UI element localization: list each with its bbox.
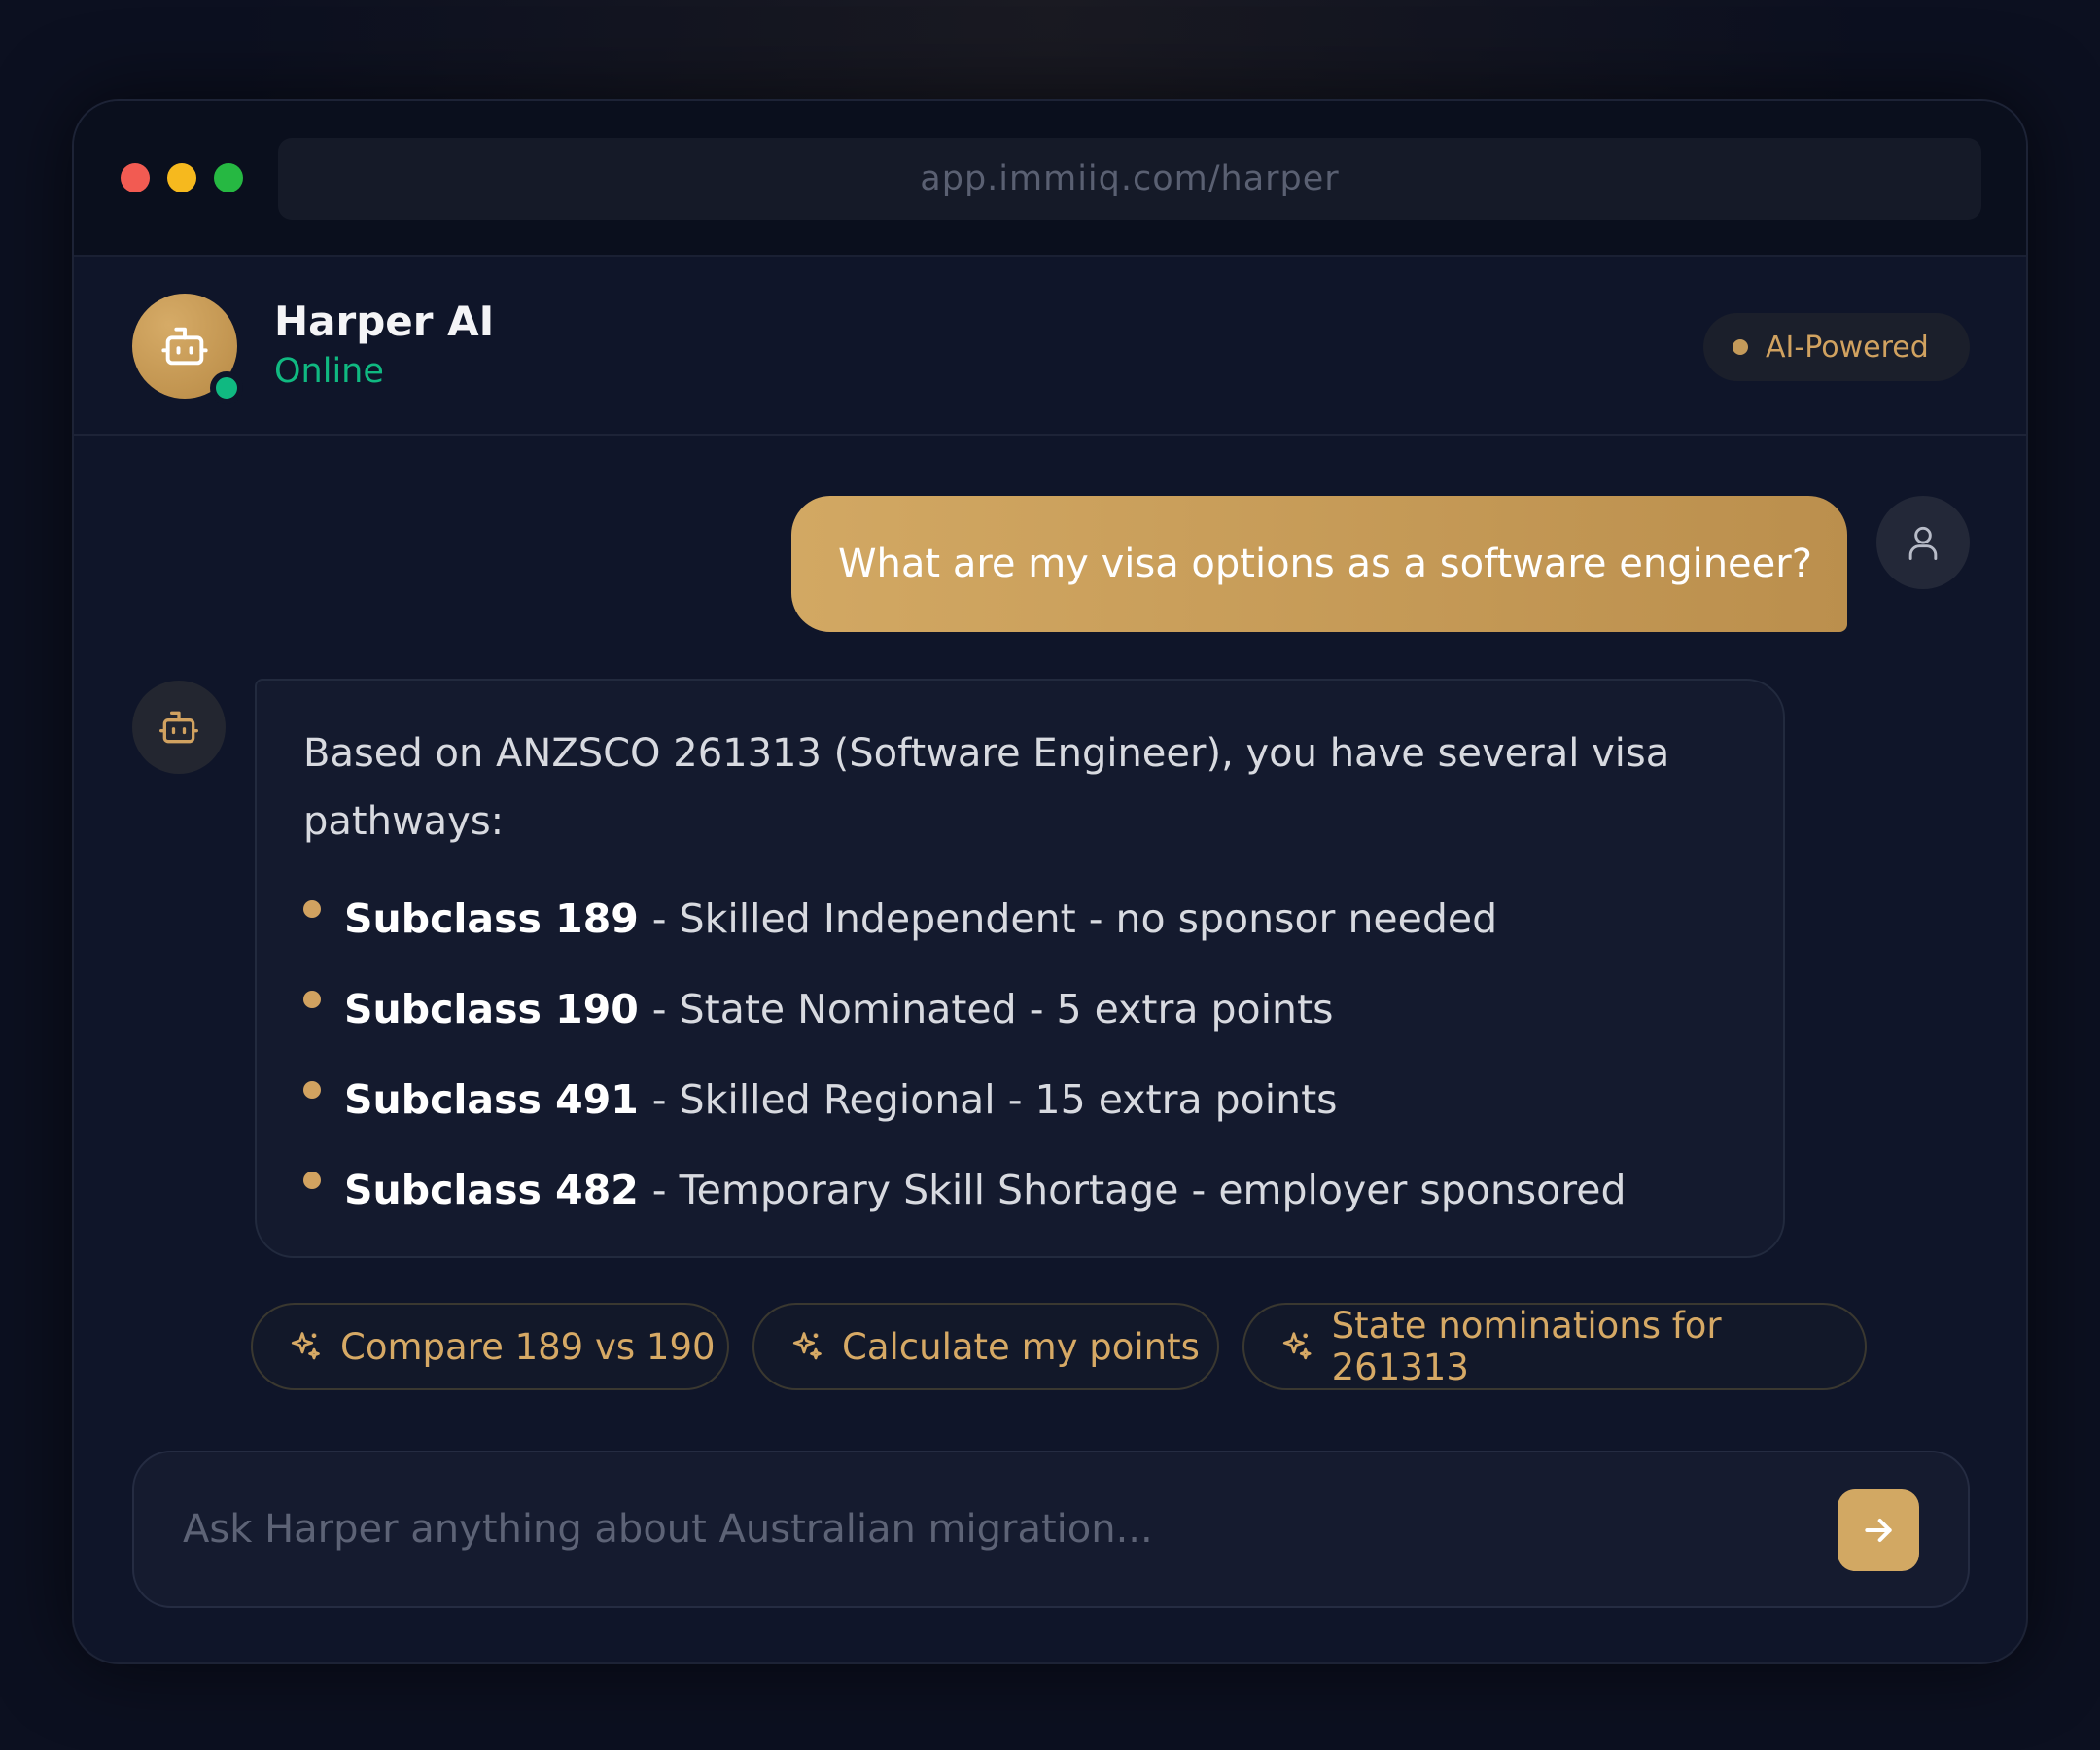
suggestion-label: State nominations for 261313 xyxy=(1331,1305,1722,1388)
visa-subclass-detail: - Temporary Skill Shortage - employer sp… xyxy=(651,1166,1627,1213)
user-message-bubble: What are my visa options as a software e… xyxy=(791,496,1847,632)
user-icon xyxy=(1908,526,1938,560)
bot-message-intro: Based on ANZSCO 261313 (Software Enginee… xyxy=(303,731,1670,844)
robot-icon xyxy=(161,327,208,366)
browser-titlebar: app.immiiq.com/harper xyxy=(74,101,2026,257)
agent-name: Harper AI xyxy=(274,298,495,345)
list-item: Subclass 190 - State Nominated - 5 extra… xyxy=(303,963,1736,1054)
bot-message-bubble: Based on ANZSCO 261313 (Software Enginee… xyxy=(255,679,1785,1258)
user-message-text: What are my visa options as a software e… xyxy=(838,542,1812,586)
user-avatar xyxy=(1876,496,1970,589)
ai-powered-badge: AI-Powered xyxy=(1703,313,1970,381)
list-item: Subclass 482 - Temporary Skill Shortage … xyxy=(303,1144,1736,1235)
visa-subclass-title: Subclass 189 xyxy=(344,894,639,942)
bullet-dot xyxy=(303,900,321,918)
online-indicator xyxy=(210,371,243,404)
browser-window: app.immiiq.com/harper Harper AI Online A… xyxy=(72,99,2028,1664)
suggestion-compare-189-190[interactable]: Compare 189 vs 190 xyxy=(251,1303,729,1390)
close-window-button[interactable] xyxy=(121,163,150,192)
bullet-dot xyxy=(303,1172,321,1189)
bot-avatar xyxy=(132,681,226,774)
visa-subclass-detail: - Skilled Independent - no sponsor neede… xyxy=(651,894,1498,942)
bullet-dot xyxy=(303,991,321,1008)
send-button[interactable] xyxy=(1838,1489,1919,1571)
suggestion-state-nominations[interactable]: State nominations for 261313 xyxy=(1242,1303,1867,1390)
chat-input[interactable] xyxy=(183,1452,1777,1606)
visa-subclass-title: Subclass 491 xyxy=(344,1075,639,1123)
sparkle-icon xyxy=(1282,1332,1312,1360)
suggestion-calculate-points[interactable]: Calculate my points xyxy=(752,1303,1219,1390)
robot-icon xyxy=(159,711,198,744)
maximize-window-button[interactable] xyxy=(214,163,243,192)
chat-header: Harper AI Online AI-Powered xyxy=(74,257,2026,436)
badge-label: AI-Powered xyxy=(1766,330,1929,365)
minimize-window-button[interactable] xyxy=(167,163,196,192)
suggestion-label: Compare 189 vs 190 xyxy=(340,1325,716,1368)
chat-composer xyxy=(132,1451,1970,1608)
sparkle-icon xyxy=(291,1332,320,1360)
visa-subclass-detail: - Skilled Regional - 15 extra points xyxy=(651,1075,1338,1123)
arrow-right-icon xyxy=(1865,1519,1892,1542)
visa-options-list: Subclass 189 - Skilled Independent - no … xyxy=(303,873,1736,1235)
list-item: Subclass 491 - Skilled Regional - 15 ext… xyxy=(303,1054,1736,1144)
visa-subclass-title: Subclass 482 xyxy=(344,1166,639,1213)
visa-subclass-title: Subclass 190 xyxy=(344,985,639,1032)
agent-status: Online xyxy=(274,352,384,391)
sparkle-icon xyxy=(792,1332,822,1360)
visa-subclass-detail: - State Nominated - 5 extra points xyxy=(651,985,1334,1032)
badge-dot xyxy=(1732,339,1748,355)
list-item: Subclass 189 - Skilled Independent - no … xyxy=(303,873,1736,963)
address-bar[interactable]: app.immiiq.com/harper xyxy=(278,138,1981,220)
suggestion-label: Calculate my points xyxy=(842,1325,1200,1368)
bullet-dot xyxy=(303,1081,321,1099)
